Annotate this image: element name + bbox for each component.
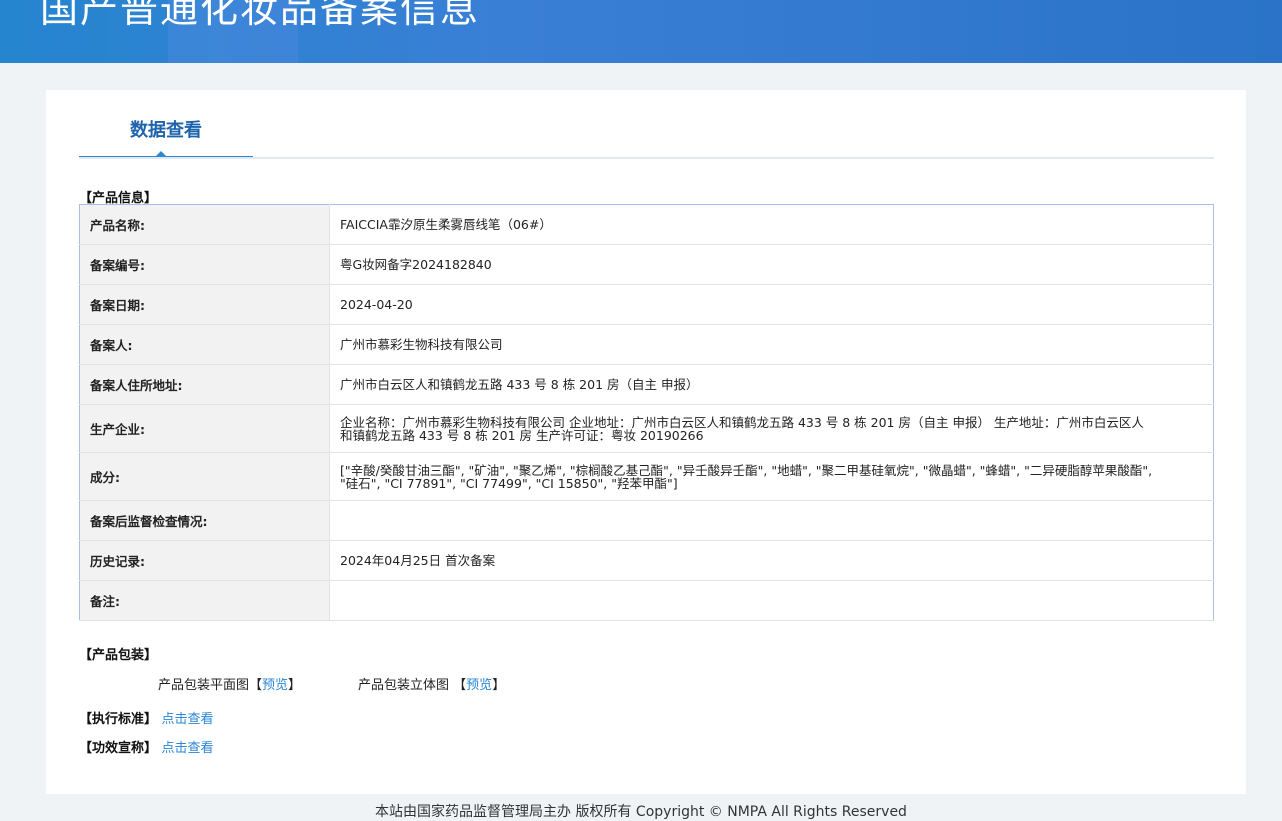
table-row: 备案人住所地址: 广州市白云区人和镇鹤龙五路 433 号 8 栋 201 房（自主…	[79, 364, 1214, 405]
row-label: 成分:	[79, 452, 330, 501]
table-row: 备案日期: 2024-04-20	[79, 284, 1214, 325]
row-label: 备案人:	[79, 324, 330, 365]
bracket: 】	[492, 678, 506, 693]
product-info-table: 产品名称: FAICCIA霏汐原生柔雾唇线笔（06#） 备案编号: 粤G妆网备字202…	[79, 204, 1214, 621]
section-efficacy: 【功效宣称】 点击查看	[79, 737, 214, 756]
row-value: 粤G妆网备字2024182840	[329, 244, 1214, 285]
package-solid-preview-link[interactable]: 预览	[466, 678, 492, 693]
row-label: 历史记录:	[79, 540, 330, 581]
efficacy-label: 【功效宣称】	[79, 741, 158, 756]
header-banner: 国产普通化妆品备案信息	[0, 0, 1282, 63]
row-value	[329, 580, 1214, 621]
footer-copyright: 本站由国家药品监督管理局主办 版权所有 Copyright © NMPA All…	[375, 804, 907, 820]
standard-view-link[interactable]: 点击查看	[162, 712, 214, 727]
row-value: 广州市慕彩生物科技有限公司	[329, 324, 1214, 365]
row-value: 企业名称：广州市慕彩生物科技有限公司 企业地址：广州市白云区人和镇鹤龙五路 43…	[329, 404, 1214, 453]
row-value	[329, 500, 1214, 541]
table-row: 产品名称: FAICCIA霏汐原生柔雾唇线笔（06#）	[79, 204, 1214, 245]
row-label: 生产企业:	[79, 404, 330, 453]
table-row: 生产企业: 企业名称：广州市慕彩生物科技有限公司 企业地址：广州市白云区人和镇鹤龙…	[79, 404, 1214, 453]
row-label: 备案后监督检查情况:	[79, 500, 330, 541]
standard-label: 【执行标准】	[79, 712, 158, 727]
package-solid: 产品包装立体图 【预览】	[358, 674, 505, 693]
content-card: 数据查看 【产品信息】 产品名称: FAICCIA霏汐原生柔雾唇线笔（06#） 备案…	[46, 90, 1246, 794]
tab-caret-icon	[155, 151, 167, 157]
tab-divider	[79, 157, 1214, 159]
section-standard: 【执行标准】 点击查看	[79, 708, 214, 727]
row-value: FAICCIA霏汐原生柔雾唇线笔（06#）	[329, 204, 1214, 245]
row-value: ["辛酸/癸酸甘油三酯", "矿油", "聚乙烯", "棕榈酸乙基己酯", "异…	[329, 452, 1214, 501]
row-value: 2024年04月25日 首次备案	[329, 540, 1214, 581]
table-row: 备案人: 广州市慕彩生物科技有限公司	[79, 324, 1214, 365]
row-label: 产品名称:	[79, 204, 330, 245]
row-label: 备案人住所地址:	[79, 364, 330, 405]
row-value: 2024-04-20	[329, 284, 1214, 325]
table-row: 备案后监督检查情况:	[79, 500, 1214, 541]
row-label: 备案编号:	[79, 244, 330, 285]
section-packaging: 【产品包装】	[79, 648, 158, 663]
package-flat-preview-link[interactable]: 预览	[262, 678, 288, 693]
package-flat: 产品包装平面图【预览】	[158, 674, 301, 693]
efficacy-view-link[interactable]: 点击查看	[162, 741, 214, 756]
row-value: 广州市白云区人和镇鹤龙五路 433 号 8 栋 201 房（自主 申报）	[329, 364, 1214, 405]
table-row: 历史记录: 2024年04月25日 首次备案	[79, 540, 1214, 581]
page-title: 国产普通化妆品备案信息	[40, 0, 481, 31]
package-solid-label: 产品包装立体图	[358, 678, 450, 693]
table-row: 成分: ["辛酸/癸酸甘油三酯", "矿油", "聚乙烯", "棕榈酸乙基己酯",…	[79, 452, 1214, 501]
bracket: 】	[288, 678, 302, 693]
table-row: 备注:	[79, 580, 1214, 621]
bracket: 【	[453, 678, 467, 693]
package-flat-label: 产品包装平面图	[158, 678, 250, 693]
table-row: 备案编号: 粤G妆网备字2024182840	[79, 244, 1214, 285]
bracket: 【	[249, 678, 263, 693]
row-label: 备注:	[79, 580, 330, 621]
row-label: 备案日期:	[79, 284, 330, 325]
